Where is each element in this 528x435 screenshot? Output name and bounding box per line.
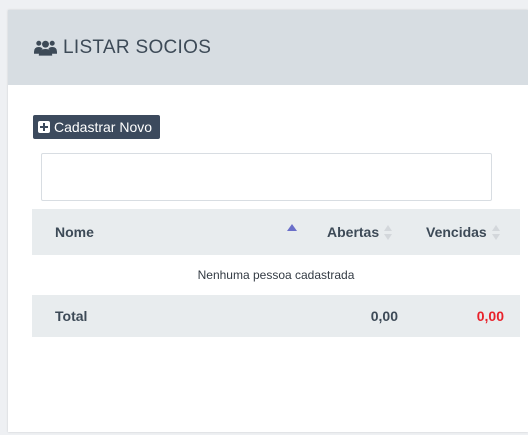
socios-panel: LISTAR SOCIOS Cadastrar Novo Nome Aberta… xyxy=(8,10,528,432)
column-header-vencidas-label: Vencidas xyxy=(426,224,487,240)
table-footer: Total 0,00 0,00 xyxy=(32,295,520,337)
page-title: LISTAR SOCIOS xyxy=(34,37,211,59)
column-header-vencidas[interactable]: Vencidas xyxy=(426,224,501,241)
column-header-abertas[interactable]: Abertas xyxy=(327,224,393,241)
cadastrar-novo-button[interactable]: Cadastrar Novo xyxy=(33,115,161,139)
socios-table: Nome Abertas Vencidas Nenhuma pessoa cad… xyxy=(32,209,520,337)
empty-message: Nenhuma pessoa cadastrada xyxy=(197,268,355,282)
cadastrar-novo-label: Cadastrar Novo xyxy=(54,119,153,135)
search-input[interactable] xyxy=(41,153,492,201)
total-vencidas: 0,00 xyxy=(476,308,504,324)
column-header-abertas-label: Abertas xyxy=(327,224,380,240)
plus-square-icon xyxy=(38,121,50,133)
total-label: Total xyxy=(55,308,88,324)
panel-header: LISTAR SOCIOS xyxy=(8,10,528,85)
sort-icon xyxy=(491,225,501,241)
table-header: Nome Abertas Vencidas xyxy=(32,209,520,255)
users-icon xyxy=(34,40,57,56)
column-header-nome[interactable]: Nome xyxy=(55,224,94,240)
sort-icon xyxy=(384,225,393,241)
sort-ascending-icon[interactable] xyxy=(287,224,297,231)
page-title-text: LISTAR SOCIOS xyxy=(63,37,212,58)
total-abertas: 0,00 xyxy=(370,308,398,324)
